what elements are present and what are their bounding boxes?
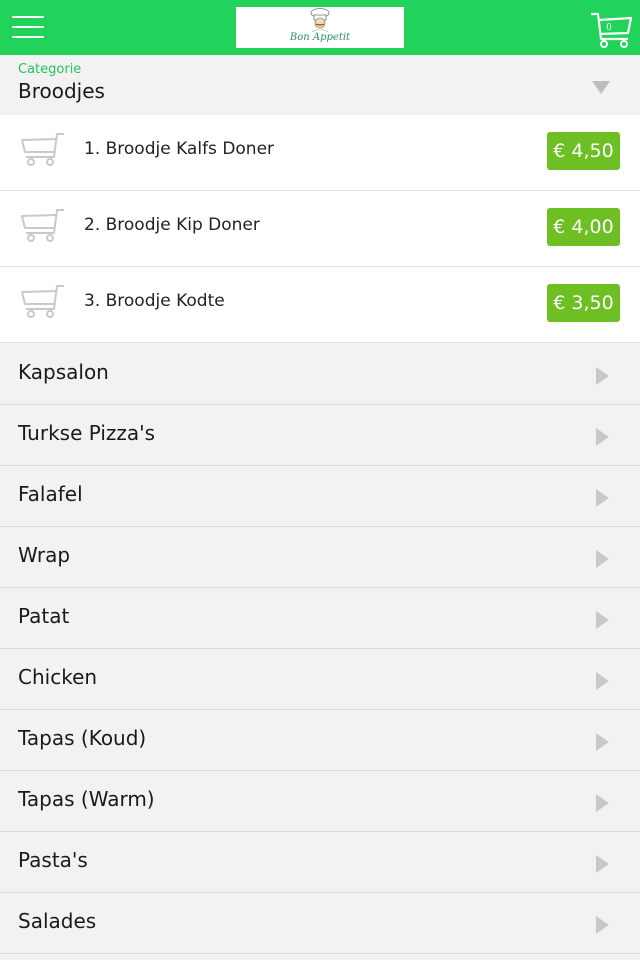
product-row[interactable]: 1. Broodje Kalfs Doner € 4,50: [0, 115, 640, 191]
product-name: 3. Broodje Kodte: [84, 291, 225, 311]
chevron-right-icon: [596, 367, 609, 385]
add-to-cart-icon[interactable]: [20, 130, 66, 170]
product-name: 2. Broodje Kip Doner: [84, 215, 260, 235]
add-to-cart-icon[interactable]: [20, 206, 66, 246]
logo: Bon Appetit: [236, 7, 404, 48]
category-name: Chicken: [18, 665, 98, 689]
category-label: Categorie: [18, 62, 82, 77]
category-item-tapas-koud[interactable]: Tapas (Koud): [0, 710, 640, 771]
chevron-right-icon: [596, 733, 609, 751]
add-to-cart-icon[interactable]: [20, 282, 66, 322]
chevron-right-icon: [596, 428, 609, 446]
category-item-wrap[interactable]: Wrap: [0, 527, 640, 588]
category-item-falafel[interactable]: Falafel: [0, 466, 640, 527]
category-item-kapsalon[interactable]: Kapsalon: [0, 344, 640, 405]
category-name: Kapsalon: [18, 360, 109, 384]
category-name: Pasta's: [18, 848, 88, 872]
category-selector[interactable]: Categorie Broodjes: [0, 55, 640, 115]
top-bar: Bon Appetit 0: [0, 0, 640, 55]
category-item-turkse-pizzas[interactable]: Turkse Pizza's: [0, 405, 640, 466]
category-item-pastas[interactable]: Pasta's: [0, 832, 640, 893]
category-name: Patat: [18, 604, 70, 628]
category-name: Tapas (Koud): [18, 726, 147, 750]
category-name: Tapas (Warm): [18, 787, 155, 811]
chevron-down-icon[interactable]: [592, 81, 610, 94]
shopping-cart-icon[interactable]: 0: [590, 9, 634, 49]
category-name: Falafel: [18, 482, 83, 506]
category-value: Broodjes: [18, 79, 105, 103]
product-row[interactable]: 3. Broodje Kodte € 3,50: [0, 267, 640, 343]
hamburger-icon[interactable]: [12, 14, 44, 40]
category-name: Turkse Pizza's: [18, 421, 156, 445]
product-row[interactable]: 2. Broodje Kip Doner € 4,00: [0, 191, 640, 267]
product-name: 1. Broodje Kalfs Doner: [84, 139, 275, 159]
price-button[interactable]: € 3,50: [547, 284, 620, 322]
category-item-patat[interactable]: Patat: [0, 588, 640, 649]
chevron-right-icon: [596, 550, 609, 568]
logo-text: Bon Appetit: [289, 32, 351, 43]
cart-count-badge: 0: [606, 23, 612, 33]
chevron-right-icon: [596, 794, 609, 812]
price-button[interactable]: € 4,00: [547, 208, 620, 246]
chevron-right-icon: [596, 916, 609, 934]
chevron-right-icon: [596, 672, 609, 690]
category-item-salades[interactable]: Salades: [0, 893, 640, 954]
chevron-right-icon: [596, 855, 609, 873]
chevron-right-icon: [596, 489, 609, 507]
price-button[interactable]: € 4,50: [547, 132, 620, 170]
category-name: Wrap: [18, 543, 71, 567]
category-name: Salades: [18, 909, 97, 933]
category-item-tapas-warm[interactable]: Tapas (Warm): [0, 771, 640, 832]
chef-icon: [310, 8, 330, 33]
category-item-chicken[interactable]: Chicken: [0, 649, 640, 710]
chevron-right-icon: [596, 611, 609, 629]
